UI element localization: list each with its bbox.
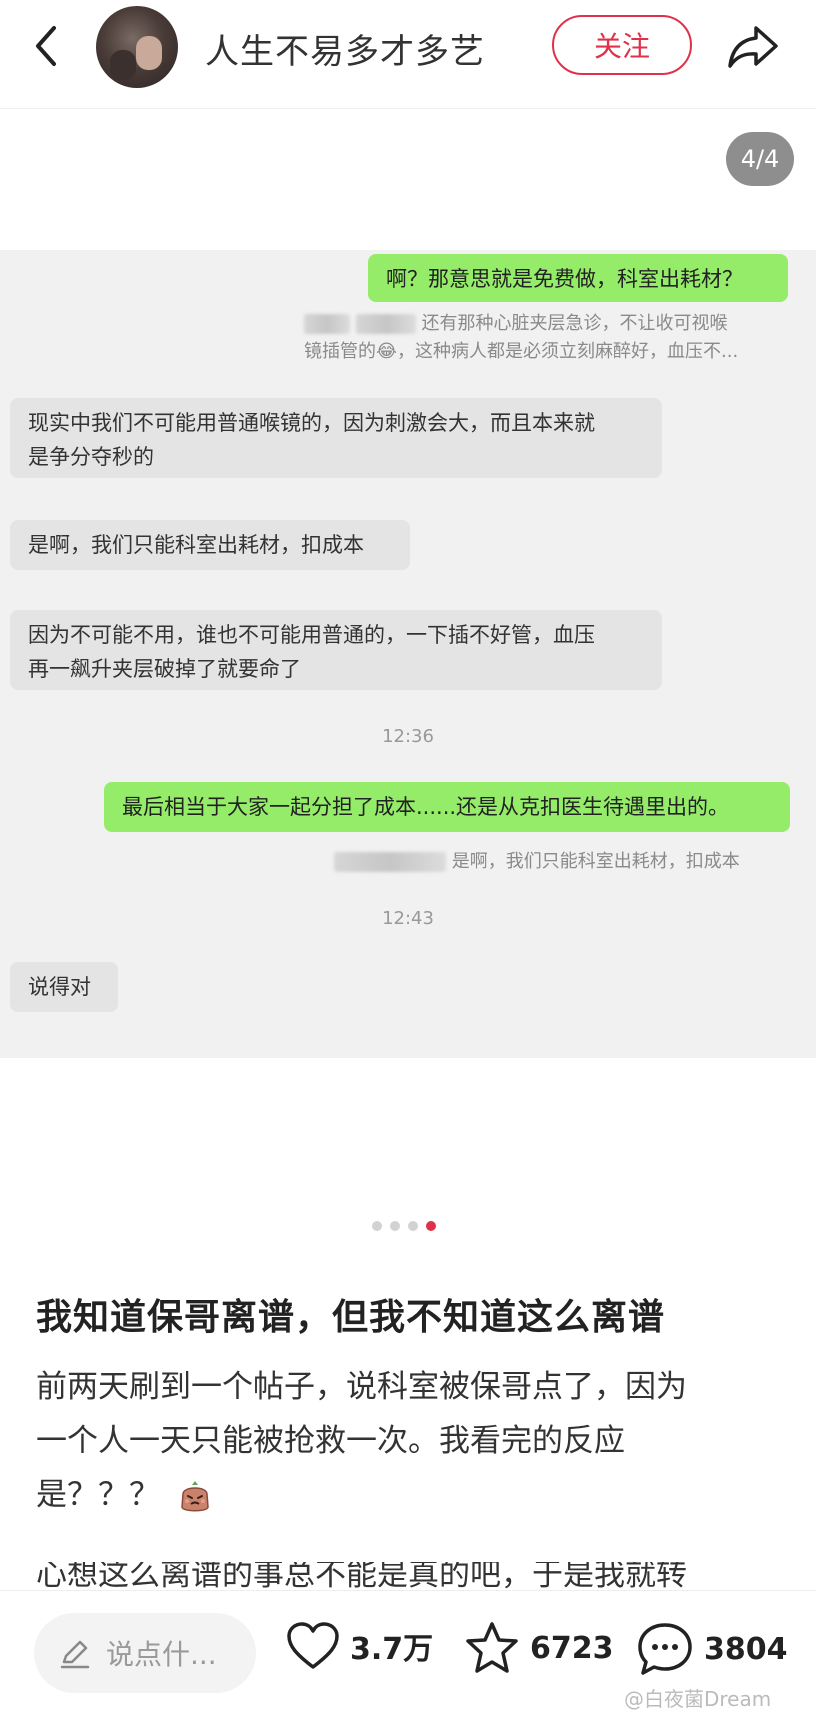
post-body-line: 是？？？	[36, 1477, 160, 1513]
heart-icon	[287, 1622, 339, 1669]
chat-quote-text: 镜插管的😂，这种病人都是必须立刻麻醉好，血压不...	[304, 341, 739, 362]
chat-bubble-other: 现实中我们不可能用普通喉镜的，因为刺激会大，而且本来就 是争分夺秒的	[10, 398, 662, 478]
chat-text: 啊？那意思就是免费做，科室出耗材？	[386, 267, 743, 291]
post-body-truncated: 心想这么离谱的事总不能是真的吧，于是我就转	[36, 1562, 687, 1590]
author-name[interactable]: 人生不易多才多艺	[205, 24, 485, 73]
watermark: @白夜菌Dream	[624, 1687, 772, 1711]
chat-text: 现实中我们不可能用普通喉镜的，因为刺激会大，而且本来就	[28, 411, 595, 435]
chat-quote-text: 还有那种心脏夹层急诊，不让收可视喉	[421, 313, 728, 334]
comment-count: 3804	[704, 1631, 788, 1667]
chat-text: 是争分夺秒的	[28, 445, 154, 469]
chat-bubble-other: 因为不可能不用，谁也不可能用普通的，一下插不好管，血压 再一飙升夹层破掉了就要命…	[10, 610, 662, 690]
chat-timestamp: 12:43	[382, 908, 434, 929]
carousel-dot[interactable]	[390, 1221, 400, 1231]
chat-quote: 还有那种心脏夹层急诊，不让收可视喉 镜插管的😂，这种病人都是必须立刻麻醉好，血压…	[304, 310, 788, 366]
carousel-dot[interactable]	[408, 1221, 418, 1231]
back-arrow-icon[interactable]	[28, 22, 68, 70]
comment-placeholder: 说点什...	[106, 1638, 217, 1671]
post-body-line: 一个人一天只能被抢救一次。我看完的反应	[36, 1423, 625, 1459]
avatar[interactable]	[96, 6, 178, 88]
chat-text: 最后相当于大家一起分担了成本......还是从克扣医生待遇里出的。	[122, 795, 730, 819]
comment-bubble-icon	[638, 1623, 692, 1675]
star-icon	[466, 1622, 518, 1673]
chat-quote: 是啊，我们只能科室出耗材，扣成本	[334, 848, 790, 876]
comment-input[interactable]: 说点什...	[34, 1613, 256, 1693]
top-bar: 人生不易多才多艺 关注	[0, 0, 816, 109]
emoji-sticker-icon	[181, 1480, 209, 1511]
chat-text: 因为不可能不用，谁也不可能用普通的，一下插不好管，血压	[28, 623, 595, 647]
carousel-dot[interactable]	[372, 1221, 382, 1231]
share-icon[interactable]	[726, 22, 780, 72]
post-title: 我知道保哥离谱，但我不知道这么离谱	[36, 1297, 666, 1338]
favorite-count: 6723	[530, 1630, 614, 1666]
carousel-indicator	[372, 1221, 436, 1231]
chat-bubble-other: 说得对	[10, 962, 118, 1012]
comment-button[interactable]: 3804	[636, 1621, 788, 1677]
chat-screenshot: 啊？那意思就是免费做，科室出耗材？ 还有那种心脏夹层急诊，不让收可视喉 镜插管的…	[0, 250, 816, 1058]
chat-quote-text: 是啊，我们只能科室出耗材，扣成本	[451, 851, 740, 872]
chat-bubble-me: 最后相当于大家一起分担了成本......还是从克扣医生待遇里出的。	[104, 782, 790, 832]
like-count: 3.7万	[350, 1632, 434, 1667]
chat-text: 说得对	[28, 975, 91, 999]
post-body-line: 前两天刷到一个帖子，说科室被保哥点了，因为	[36, 1369, 687, 1405]
bottom-action-bar: 说点什... 3.7万 6723 3804 @白夜菌Dream	[0, 1590, 816, 1718]
like-button[interactable]: 3.7万	[286, 1621, 433, 1671]
chat-timestamp: 12:36	[382, 726, 434, 747]
follow-button[interactable]: 关注	[552, 15, 692, 75]
carousel-dot-active[interactable]	[426, 1221, 436, 1231]
chat-text: 再一飙升夹层破掉了就要命了	[28, 657, 301, 681]
post-body-line: 心想这么离谱的事总不能是真的吧，于是我就转	[36, 1562, 687, 1590]
chat-bubble-me: 啊？那意思就是免费做，科室出耗材？	[368, 254, 788, 302]
image-counter: 4/4	[726, 132, 794, 186]
chat-text: 是啊，我们只能科室出耗材，扣成本	[28, 533, 364, 557]
chat-bubble-other: 是啊，我们只能科室出耗材，扣成本	[10, 520, 410, 570]
pencil-icon	[60, 1640, 90, 1669]
favorite-button[interactable]: 6723	[464, 1621, 614, 1675]
post-body: 前两天刷到一个帖子，说科室被保哥点了，因为 一个人一天只能被抢救一次。我看完的反…	[36, 1360, 786, 1522]
